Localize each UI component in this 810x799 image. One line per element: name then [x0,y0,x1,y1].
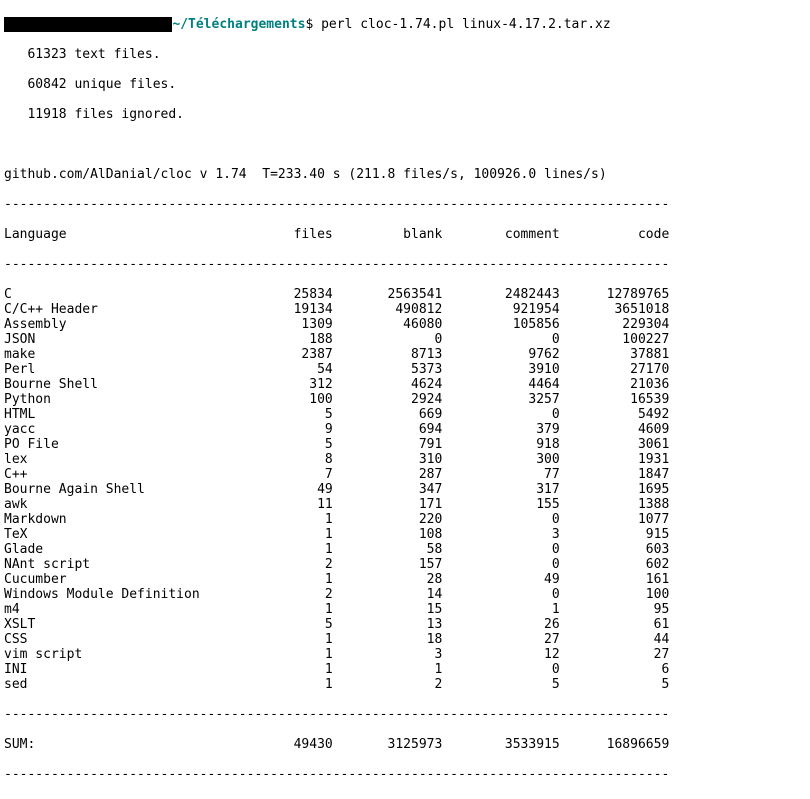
table-row: JSON 188 0 0 100227 [4,332,806,347]
divider-header: ----------------------------------------… [4,257,806,272]
meta-line: github.com/AlDanial/cloc v 1.74 T=233.40… [4,167,806,182]
prompt-dollar: $ [305,17,313,32]
table-row: Markdown 1 220 0 1077 [4,512,806,527]
table-row: Assembly 1309 46080 105856 229304 [4,317,806,332]
table-row: Bourne Again Shell 49 347 317 1695 [4,482,806,497]
preamble-unique-files: 60842 unique files. [4,77,806,92]
command-text: perl cloc-1.74.pl linux-4.17.2.tar.xz [321,17,611,32]
table-row: Windows Module Definition 2 14 0 100 [4,587,806,602]
table-row: lex 8 310 300 1931 [4,452,806,467]
table-row: yacc 9 694 379 4609 [4,422,806,437]
divider-pre-sum: ----------------------------------------… [4,707,806,722]
divider-bottom: ----------------------------------------… [4,767,806,782]
space [313,17,321,32]
table-row: C++ 7 287 77 1847 [4,467,806,482]
redacted-user-host: xxxxxxxxxxxxxxxxxxxxx [4,17,172,32]
blank-line [4,137,806,152]
preamble-ignored-files: 11918 files ignored. [4,107,806,122]
table-row: Python 100 2924 3257 16539 [4,392,806,407]
table-row: Glade 1 58 0 603 [4,542,806,557]
divider-top: ----------------------------------------… [4,197,806,212]
table-row: PO File 5 791 918 3061 [4,437,806,452]
prompt-line: xxxxxxxxxxxxxxxxxxxxx~/Téléchargements$ … [4,17,806,32]
table-row: HTML 5 669 0 5492 [4,407,806,422]
sum-row: SUM: 49430 3125973 3533915 16896659 [4,737,806,752]
table-row: m4 1 15 1 95 [4,602,806,617]
table-row: C/C++ Header 19134 490812 921954 3651018 [4,302,806,317]
table-row: Perl 54 5373 3910 27170 [4,362,806,377]
cwd-path: ~/Téléchargements [172,17,305,32]
table-row: CSS 1 18 27 44 [4,632,806,647]
table-row: Cucumber 1 28 49 161 [4,572,806,587]
table-row: C 25834 2563541 2482443 12789765 [4,287,806,302]
header-row: Language files blank comment code [4,227,806,242]
table-body: C 25834 2563541 2482443 12789765C/C++ He… [4,287,806,692]
table-row: sed 1 2 5 5 [4,677,806,692]
table-row: INI 1 1 0 6 [4,662,806,677]
table-row: awk 11 171 155 1388 [4,497,806,512]
table-row: NAnt script 2 157 0 602 [4,557,806,572]
table-row: Bourne Shell 312 4624 4464 21036 [4,377,806,392]
table-row: TeX 1 108 3 915 [4,527,806,542]
table-row: vim script 1 3 12 27 [4,647,806,662]
preamble-text-files: 61323 text files. [4,47,806,62]
terminal-output: xxxxxxxxxxxxxxxxxxxxx~/Téléchargements$ … [0,0,810,799]
table-row: make 2387 8713 9762 37881 [4,347,806,362]
table-row: XSLT 5 13 26 61 [4,617,806,632]
